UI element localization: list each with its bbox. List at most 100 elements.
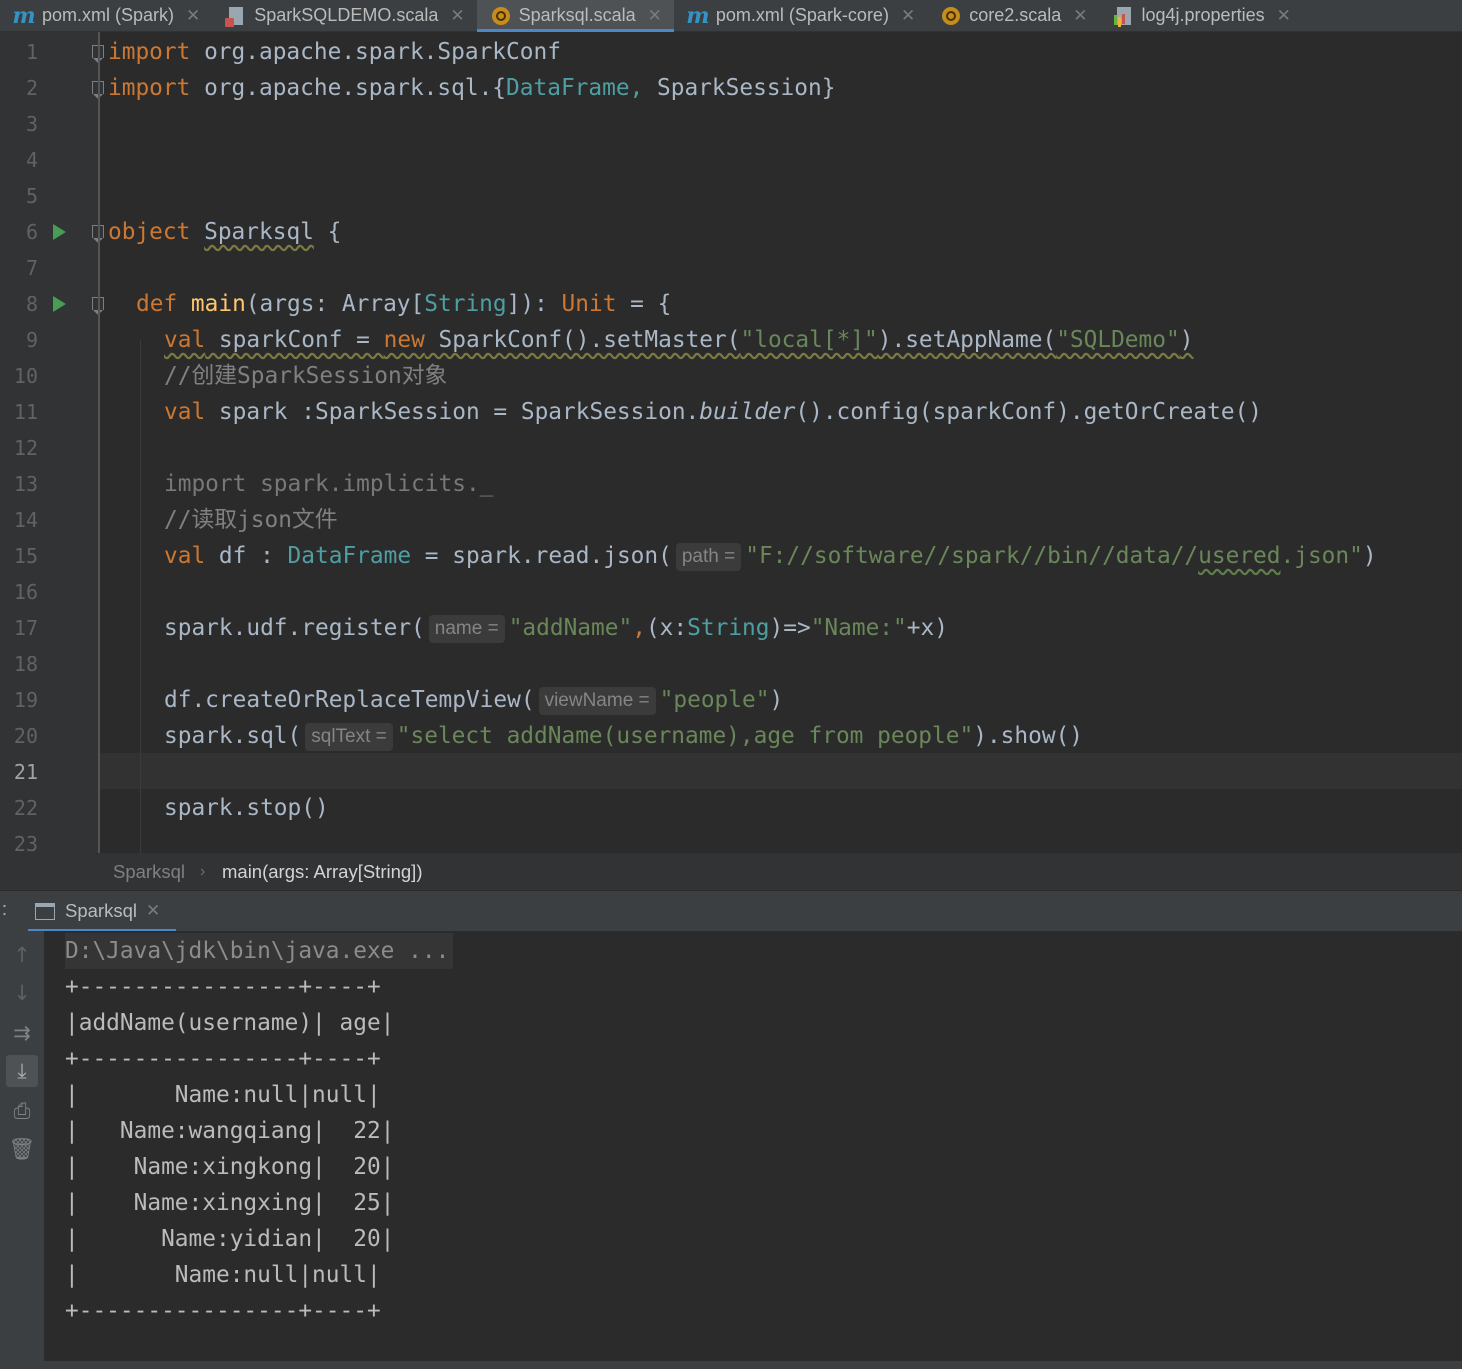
tab-pom-spark-core[interactable]: m pom.xml (Spark-core) ✕	[674, 0, 927, 31]
run-tab-label: Sparksql	[65, 900, 137, 921]
code-editor[interactable]: 1 2 3 4 5 6 7 8 9 10 11 12 13 14 15 16 1…	[0, 32, 1462, 853]
scala-object-icon	[491, 6, 511, 26]
console-command-line: D:\Java\jdk\bin\java.exe ...	[65, 933, 454, 969]
gutter-divider	[98, 32, 100, 853]
type-name: String	[424, 291, 507, 317]
tab-sparksqldemo[interactable]: SparkSQLDEMO.scala ✕	[212, 0, 476, 31]
line-number: 23	[13, 832, 38, 853]
line-number: 6	[25, 220, 38, 244]
close-icon[interactable]: ✕	[450, 6, 464, 26]
up-arrow-icon[interactable]: ↑	[6, 939, 38, 971]
line-number: 18	[13, 652, 38, 676]
string-literal: .json"	[1280, 543, 1363, 569]
line-number: 1	[25, 40, 38, 64]
run-tab-sparksql[interactable]: Sparksql ✕	[28, 891, 176, 932]
code-text: = {	[616, 291, 672, 317]
line-number: 22	[13, 796, 38, 820]
editor-tab-bar: m pom.xml (Spark) ✕ SparkSQLDEMO.scala ✕…	[0, 0, 1462, 32]
properties-file-icon	[1113, 6, 1134, 26]
code-text: df.createOrReplaceTempView(	[164, 687, 535, 713]
tab-pom-spark[interactable]: m pom.xml (Spark) ✕	[0, 0, 212, 31]
string-literal: "Name:"	[810, 615, 907, 641]
string-literal: "select addName(username),age from peopl…	[396, 723, 974, 749]
code-text: spark.sql(	[164, 723, 302, 749]
down-arrow-icon[interactable]: ↓	[6, 977, 38, 1009]
tab-log4j[interactable]: log4j.properties ✕	[1100, 0, 1303, 31]
code-line-9: val sparkConf = new SparkConf().setMaste…	[164, 322, 1193, 358]
console-line: +----------------+----+	[65, 1046, 381, 1072]
line-number: 12	[13, 436, 38, 460]
code-line-2: import org.apache.spark.sql.{DataFrame, …	[108, 70, 835, 106]
line-number: 17	[13, 616, 38, 640]
soft-wrap-icon[interactable]: ⇉	[6, 1017, 38, 1049]
code-text: +x)	[906, 615, 948, 641]
breadcrumb-method[interactable]: main(args: Array[String])	[222, 854, 422, 890]
close-icon[interactable]: ✕	[648, 6, 662, 26]
string-literal: "SQLDemo"	[1056, 327, 1180, 353]
console-line: +----------------+----+	[65, 1298, 381, 1324]
parameter-hint: path =	[675, 543, 742, 571]
parameter-hint: name =	[428, 615, 505, 643]
tab-label: pom.xml (Spark-core)	[715, 5, 889, 25]
tab-core2[interactable]: core2.scala ✕	[927, 0, 1099, 31]
code-line-14: //读取json文件	[164, 507, 338, 533]
code-line-17: spark.udf.register(name = "addName",(x:St…	[164, 610, 948, 646]
code-text: {	[313, 219, 342, 245]
line-number: 16	[13, 580, 38, 604]
print-icon[interactable]: ⎙	[6, 1095, 38, 1127]
code-text: SparkSession}	[643, 75, 836, 101]
close-icon[interactable]: ✕	[146, 901, 160, 921]
close-icon[interactable]: ✕	[901, 6, 915, 26]
method-call: builder	[699, 399, 796, 425]
line-number: 14	[13, 508, 38, 532]
line-number: 7	[25, 256, 38, 280]
string-literal: "people"	[659, 687, 770, 713]
console-output[interactable]: D:\Java\jdk\bin\java.exe ... +----------…	[44, 931, 1462, 1363]
console-line: +----------------+----+	[65, 974, 381, 1000]
line-number-current: 21	[13, 760, 38, 784]
panel-options-icon[interactable]: :	[2, 899, 7, 920]
code-line-10: //创建SparkSession对象	[164, 363, 448, 389]
breadcrumb-object[interactable]: Sparksql	[113, 854, 185, 890]
tab-label: core2.scala	[969, 5, 1062, 25]
tab-sparksql[interactable]: Sparksql.scala ✕	[476, 0, 675, 32]
code-text: org.apache.spark.SparkConf	[190, 39, 561, 65]
close-icon[interactable]: ✕	[186, 6, 200, 26]
string-literal: "F://software//spark//bin//data//	[745, 543, 1199, 569]
type-name: DataFrame	[287, 543, 412, 569]
close-icon[interactable]: ✕	[1073, 6, 1087, 26]
line-number: 3	[25, 112, 38, 136]
code-text: = spark.read.json(	[411, 543, 672, 569]
current-line-highlight	[100, 753, 1462, 789]
chevron-right-icon: ›	[200, 863, 206, 880]
keyword: new	[383, 327, 425, 353]
code-line-6: object Sparksql {	[108, 214, 341, 250]
indent-guide	[140, 340, 141, 853]
tab-label: SparkSQLDEMO.scala	[254, 5, 439, 25]
console-line: | Name:null|null|	[65, 1082, 381, 1108]
line-number: 15	[13, 544, 38, 568]
scroll-to-end-icon[interactable]: ⤓	[6, 1055, 38, 1087]
code-text: )	[1362, 543, 1377, 569]
code-text: org.apache.spark.sql.{	[190, 75, 507, 101]
code-line-11: val spark :SparkSession = SparkSession.b…	[164, 394, 1262, 430]
code-line-13: import spark.implicits._	[164, 471, 494, 497]
run-main-icon[interactable]	[53, 296, 66, 312]
function-name: main	[190, 291, 246, 317]
breadcrumb: Sparksql › main(args: Array[String])	[0, 853, 1462, 890]
console-line: | Name:wangqiang| 22|	[65, 1118, 395, 1144]
run-object-icon[interactable]	[53, 224, 66, 240]
close-icon[interactable]: ✕	[1277, 6, 1291, 26]
console-line: |addName(username)| age|	[65, 1010, 395, 1036]
string-literal: "local[*]"	[740, 327, 878, 353]
line-number: 10	[13, 364, 38, 388]
run-panel-header: : Sparksql ✕	[0, 890, 1462, 932]
keyword: object	[108, 219, 191, 245]
line-number: 4	[25, 148, 38, 172]
line-number: 8	[25, 292, 38, 316]
keyword: val	[164, 327, 206, 353]
trash-icon[interactable]: 🗑	[6, 1133, 38, 1165]
run-toolbar: ↑ ↓ ⇉ ⤓ ⎙ 🗑	[0, 931, 45, 1363]
code-text: (x:	[645, 615, 688, 641]
